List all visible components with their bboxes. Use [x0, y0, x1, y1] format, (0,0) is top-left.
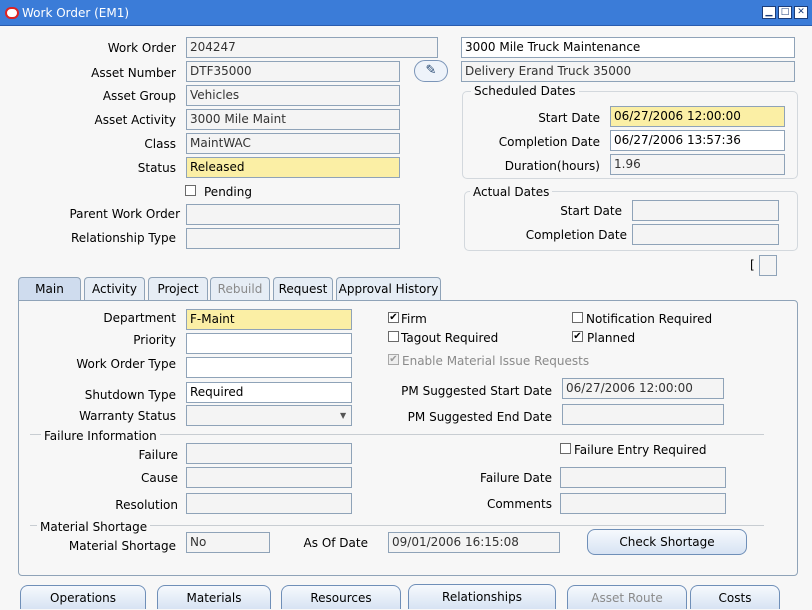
- tab-main[interactable]: Main: [18, 277, 81, 301]
- failure-entry-required-label: Failure Entry Required: [574, 443, 707, 457]
- oracle-logo-icon: [5, 7, 19, 19]
- shutdown-type-field[interactable]: Required: [186, 382, 352, 403]
- work-order-type-label: Work Order Type: [76, 357, 176, 371]
- as-of-date-field[interactable]: 09/01/2006 16:15:08: [388, 532, 560, 553]
- department-field[interactable]: F-Maint: [186, 309, 352, 330]
- duration-field[interactable]: 1.96: [610, 154, 785, 175]
- asset-number-field[interactable]: DTF35000: [186, 61, 400, 82]
- pm-end-label: PM Suggested End Date: [407, 410, 552, 424]
- costs-button[interactable]: Costs: [690, 585, 780, 609]
- failure-entry-required-checkbox[interactable]: [560, 443, 571, 454]
- folder-field[interactable]: [759, 255, 777, 276]
- relationships-button[interactable]: Relationships: [408, 584, 556, 609]
- warranty-status-label: Warranty Status: [79, 409, 176, 423]
- pending-checkbox[interactable]: [185, 185, 196, 196]
- status-label: Status: [137, 161, 176, 175]
- class-label: Class: [144, 137, 176, 151]
- actual-completion-label: Completion Date: [525, 228, 627, 242]
- asset-route-button[interactable]: Asset Route: [567, 585, 687, 609]
- tab-activity[interactable]: Activity: [84, 277, 145, 300]
- comments-label: Comments: [486, 497, 552, 511]
- asset-group-label: Asset Group: [102, 89, 176, 103]
- duration-label: Duration(hours): [504, 159, 600, 173]
- priority-label: Priority: [133, 333, 176, 347]
- priority-field[interactable]: [186, 333, 352, 354]
- tab-rebuild[interactable]: Rebuild: [210, 277, 270, 300]
- parent-work-order-label: Parent Work Order: [69, 207, 180, 221]
- class-field[interactable]: MaintWAC: [186, 133, 400, 154]
- bracket-indicator: [: [750, 258, 755, 272]
- asset-pen-icon[interactable]: ✎: [414, 60, 448, 82]
- scheduled-start-label: Start Date: [538, 111, 600, 125]
- close-button[interactable]: ✕: [794, 6, 808, 19]
- enable-mir-checkbox[interactable]: ✔: [388, 354, 399, 365]
- notification-required-checkbox[interactable]: [572, 312, 583, 323]
- failure-date-label: Failure Date: [480, 471, 552, 485]
- scheduled-dates-title: Scheduled Dates: [471, 84, 579, 98]
- scheduled-start-field[interactable]: 06/27/2006 12:00:00: [610, 106, 785, 127]
- tab-request[interactable]: Request: [273, 277, 333, 300]
- actual-completion-field[interactable]: [632, 224, 779, 245]
- materials-button[interactable]: Materials: [157, 585, 271, 609]
- material-shortage-label: Material Shortage: [68, 539, 176, 553]
- as-of-date-label: As Of Date: [303, 536, 368, 550]
- maximize-button[interactable]: □: [778, 6, 792, 19]
- scheduled-completion-label: Completion Date: [498, 135, 600, 149]
- parent-work-order-field[interactable]: [186, 204, 400, 225]
- failure-field[interactable]: [186, 443, 352, 464]
- shutdown-type-label: Shutdown Type: [84, 388, 176, 402]
- failure-date-field[interactable]: [560, 467, 726, 488]
- pm-start-label: PM Suggested Start Date: [401, 384, 552, 398]
- minimize-button[interactable]: ▁: [762, 6, 776, 19]
- warranty-status-select[interactable]: [186, 405, 352, 426]
- asset-description-field[interactable]: Delivery Erand Truck 35000: [461, 61, 795, 82]
- firm-checkbox[interactable]: ✔: [388, 312, 399, 323]
- asset-number-label: Asset Number: [91, 66, 176, 80]
- cause-label: Cause: [141, 471, 178, 485]
- material-shortage-field[interactable]: No: [186, 532, 270, 553]
- work-order-type-field[interactable]: [186, 357, 352, 378]
- asset-group-field[interactable]: Vehicles: [186, 85, 400, 106]
- cause-field[interactable]: [186, 467, 352, 488]
- window-title: Work Order (EM1): [22, 6, 130, 20]
- tab-project[interactable]: Project: [148, 277, 208, 300]
- operations-button[interactable]: Operations: [20, 585, 146, 609]
- check-shortage-button[interactable]: Check Shortage: [587, 529, 747, 555]
- relationship-type-label: Relationship Type: [70, 231, 176, 245]
- actual-start-field[interactable]: [632, 200, 779, 221]
- work-order-label: Work Order: [107, 41, 176, 55]
- tagout-required-checkbox[interactable]: [388, 331, 399, 342]
- department-label: Department: [103, 311, 176, 325]
- work-order-description-field[interactable]: 3000 Mile Truck Maintenance: [461, 37, 795, 58]
- resolution-field[interactable]: [186, 493, 352, 514]
- comments-field[interactable]: [560, 493, 726, 514]
- resolution-label: Resolution: [115, 498, 178, 512]
- notification-required-label: Notification Required: [586, 312, 713, 326]
- pm-end-field[interactable]: [562, 404, 724, 425]
- actual-dates-title: Actual Dates: [470, 185, 553, 199]
- tab-approval-history[interactable]: Approval History: [336, 277, 441, 300]
- firm-label: Firm: [401, 312, 427, 326]
- work-order-field[interactable]: 204247: [186, 37, 438, 58]
- tagout-required-label: Tagout Required: [401, 331, 499, 345]
- chevron-down-icon[interactable]: ▼: [340, 411, 346, 420]
- material-shortage-title: Material Shortage: [37, 520, 151, 534]
- enable-mir-label: Enable Material Issue Requests: [402, 354, 590, 368]
- failure-info-title: Failure Information: [41, 429, 160, 443]
- planned-label: Planned: [587, 331, 636, 345]
- asset-activity-label: Asset Activity: [94, 113, 177, 127]
- planned-checkbox[interactable]: ✔: [572, 331, 583, 342]
- pm-start-field[interactable]: 06/27/2006 12:00:00: [562, 378, 724, 399]
- asset-activity-field[interactable]: 3000 Mile Maint: [186, 109, 400, 130]
- relationship-type-field[interactable]: [186, 228, 400, 249]
- scheduled-completion-field[interactable]: 06/27/2006 13:57:36: [610, 130, 785, 151]
- status-field[interactable]: Released: [186, 157, 400, 178]
- pending-label: Pending: [204, 185, 252, 199]
- resources-button[interactable]: Resources: [281, 585, 401, 609]
- failure-label: Failure: [138, 448, 178, 462]
- actual-start-label: Start Date: [560, 204, 622, 218]
